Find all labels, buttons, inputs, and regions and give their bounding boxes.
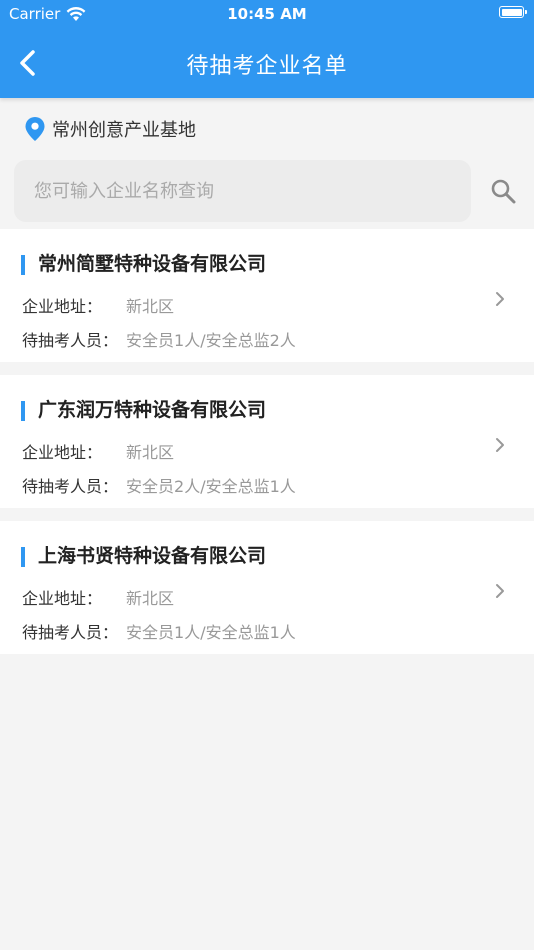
page-title: 待抽考企业名单 — [186, 54, 348, 79]
company-name: 常州简墅特种设备有限公司 — [38, 253, 267, 275]
list-item[interactable]: 广东润万特种设备有限公司 企业地址： 新北区 待抽考人员： 安全员2人/安全总监1人 — [0, 375, 534, 508]
personnel-label: 待抽考人员： — [22, 477, 119, 496]
address-row: 企业地址： 新北区 — [22, 585, 174, 609]
address-label: 企业地址： — [22, 443, 103, 462]
address-value: 新北区 — [126, 443, 175, 462]
address-value: 新北区 — [126, 297, 175, 316]
location-selector[interactable]: 常州创意产业基地 — [24, 116, 196, 142]
clock: 10:45 AM — [227, 5, 307, 23]
list-item[interactable]: 上海书贤特种设备有限公司 企业地址： 新北区 待抽考人员： 安全员1人/安全总监1人 — [0, 521, 534, 654]
search-input[interactable] — [14, 160, 471, 222]
chevron-right-icon — [496, 292, 504, 306]
company-name: 广东润万特种设备有限公司 — [38, 399, 267, 421]
address-row: 企业地址： 新北区 — [22, 293, 174, 317]
personnel-label: 待抽考人员： — [22, 623, 119, 642]
chevron-right-icon — [496, 438, 504, 452]
search-bar — [14, 160, 534, 222]
address-label: 企业地址： — [22, 589, 103, 608]
personnel-row: 待抽考人员： 安全员2人/安全总监1人 — [22, 473, 296, 497]
personnel-value: 安全员1人/安全总监2人 — [126, 331, 296, 350]
personnel-row: 待抽考人员： 安全员1人/安全总监2人 — [22, 327, 296, 351]
address-value: 新北区 — [126, 589, 175, 608]
personnel-label: 待抽考人员： — [22, 331, 119, 350]
status-bar: Carrier 10:45 AM — [0, 0, 534, 28]
map-pin-icon — [25, 117, 45, 141]
battery-icon — [499, 6, 527, 18]
address-label: 企业地址： — [22, 297, 103, 316]
personnel-value: 安全员1人/安全总监1人 — [126, 623, 296, 642]
personnel-value: 安全员2人/安全总监1人 — [126, 477, 296, 496]
search-icon[interactable] — [490, 178, 516, 204]
address-row: 企业地址： 新北区 — [22, 439, 174, 463]
top-bar: Carrier 10:45 AM 待抽考企业名单 — [0, 0, 534, 98]
company-name: 上海书贤特种设备有限公司 — [38, 545, 267, 567]
nav-bar: 待抽考企业名单 — [0, 28, 534, 98]
chevron-right-icon — [496, 584, 504, 598]
company-list: 常州简墅特种设备有限公司 企业地址： 新北区 待抽考人员： 安全员1人/安全总监2人… — [0, 229, 534, 667]
list-item[interactable]: 常州简墅特种设备有限公司 企业地址： 新北区 待抽考人员： 安全员1人/安全总监2人 — [0, 229, 534, 362]
personnel-row: 待抽考人员： 安全员1人/安全总监1人 — [22, 619, 296, 643]
location-name: 常州创意产业基地 — [52, 120, 196, 141]
